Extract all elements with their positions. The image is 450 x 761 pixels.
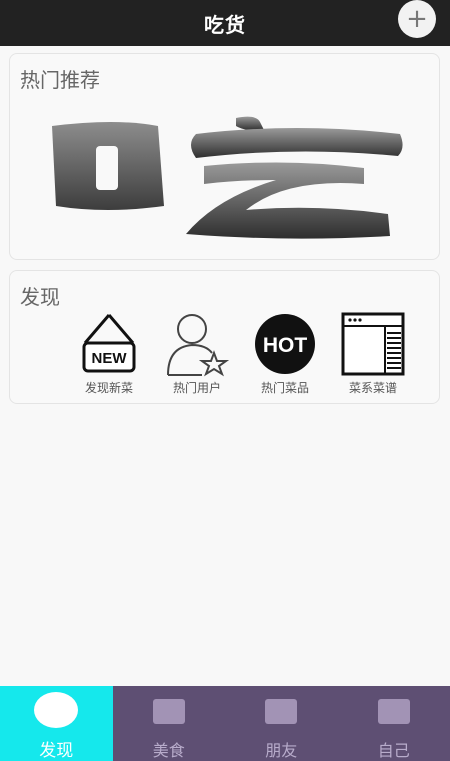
discover-item-label: 发现新菜 xyxy=(84,381,133,395)
hot-badge-icon: HOT xyxy=(252,311,318,377)
food-tab-icon xyxy=(152,699,185,724)
tab-label: 朋友 xyxy=(265,741,298,760)
me-tab-icon xyxy=(377,699,410,724)
app-header: 吃货 + xyxy=(0,0,450,46)
hot-recommend-title: 热门推荐 xyxy=(20,68,100,92)
chi-logo-banner[interactable] xyxy=(46,114,406,244)
tab-label: 发现 xyxy=(39,741,74,761)
discover-items: NEW 发现新菜 热门用户 HOT 热门菜品 菜系菜谱 xyxy=(65,311,417,396)
discover-card: 发现 NEW 发现新菜 热门用户 HOT 热门菜品 菜系菜谱 xyxy=(9,270,440,404)
discover-item-hot-users[interactable]: 热门用户 xyxy=(153,311,241,396)
hot-badge-text: HOT xyxy=(263,334,308,357)
discover-item-new-dishes[interactable]: NEW 发现新菜 xyxy=(65,311,153,396)
tab-me[interactable]: 自己 xyxy=(338,686,450,761)
discover-tab-icon xyxy=(34,692,79,728)
discover-item-label: 热门菜品 xyxy=(260,381,309,395)
discover-item-cuisine-recipes[interactable]: 菜系菜谱 xyxy=(329,311,417,396)
app-root: 吃货 + 热门推荐 发现 NEW 发现新菜 热门用户 HOT 热门菜品 菜系菜谱… xyxy=(0,0,450,761)
friends-tab-icon xyxy=(265,699,298,724)
tab-discover[interactable]: 发现 xyxy=(0,686,113,761)
tab-friends[interactable]: 朋友 xyxy=(225,686,338,761)
page-title: 吃货 xyxy=(204,12,246,37)
bottom-tab-bar: 发现 美食 朋友 自己 xyxy=(0,686,450,761)
tab-food[interactable]: 美食 xyxy=(113,686,226,761)
hot-recommend-card: 热门推荐 xyxy=(9,53,440,260)
discover-item-label: 热门用户 xyxy=(172,381,221,395)
menu-list-icon xyxy=(340,311,406,377)
discover-title: 发现 xyxy=(20,285,60,309)
discover-item-label: 菜系菜谱 xyxy=(348,381,397,395)
add-button[interactable]: + xyxy=(398,0,436,38)
user-star-icon xyxy=(164,311,230,377)
discover-item-hot-dishes[interactable]: HOT 热门菜品 xyxy=(241,311,329,396)
tab-label: 美食 xyxy=(152,741,185,760)
tab-label: 自己 xyxy=(377,741,410,760)
new-badge-text: NEW xyxy=(92,350,128,367)
new-sign-icon: NEW xyxy=(76,311,142,377)
plus-icon: + xyxy=(406,4,428,34)
